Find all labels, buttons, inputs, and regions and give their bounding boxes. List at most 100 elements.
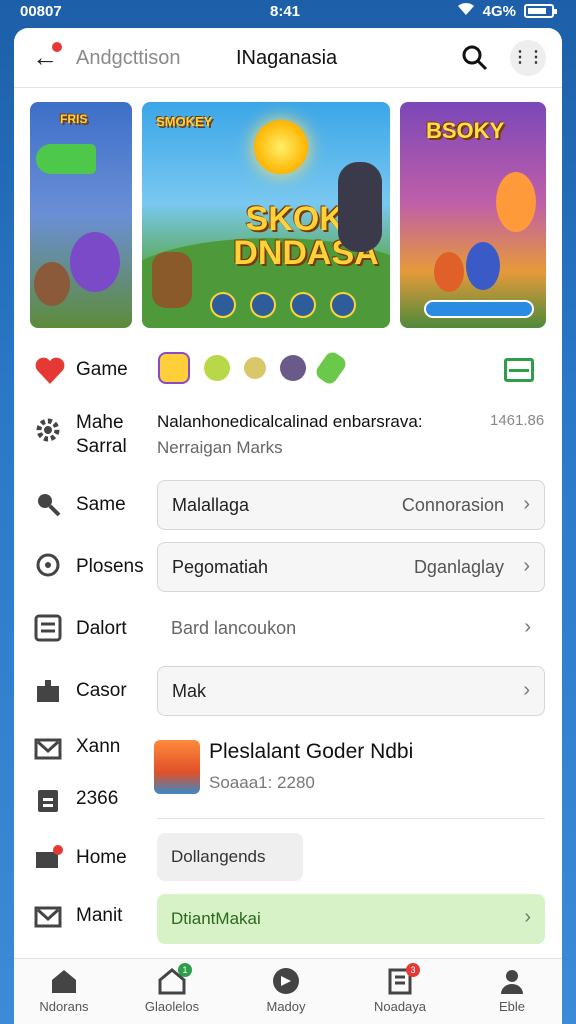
row-label-dalort: Dalort: [76, 618, 127, 639]
tab-games[interactable]: 1 Glaolelos: [122, 963, 222, 1023]
divider: [157, 818, 545, 819]
info-subtitle: Nerraigan Marks: [157, 438, 283, 457]
row-label-number: 2366: [76, 788, 119, 809]
mail-icon[interactable]: [504, 358, 534, 382]
banner-featured-subtitle: SMOKEY: [156, 114, 213, 129]
profile-name[interactable]: Pleslalant Goder Ndbi: [209, 740, 413, 764]
row-label-xann: Xann: [76, 736, 121, 757]
row-label-info: Mahe Sarral: [76, 412, 127, 457]
row-label-manit: Manit: [76, 905, 123, 926]
page-title: INaganasia: [236, 47, 338, 69]
clipboard-icon: [34, 786, 62, 814]
banner-featured[interactable]: SMOKEY SKOKY DNDASA: [142, 102, 390, 328]
same-value: Malallaga: [172, 495, 250, 515]
profile-subtitle: Soaaa1: 2280: [209, 773, 315, 792]
tab-label: Glaolelos: [144, 999, 200, 1014]
notification-dot: [52, 42, 62, 52]
status-left: 00807: [20, 3, 62, 20]
gear-icon: [34, 416, 62, 444]
wolf-character: [338, 162, 382, 252]
game-icon-robot[interactable]: [280, 355, 306, 381]
avatar[interactable]: [154, 740, 200, 794]
banner-right[interactable]: BSOKY: [400, 102, 546, 328]
location-icon: [34, 552, 62, 580]
chevron-right-icon: ›: [523, 493, 530, 515]
wifi-icon: [457, 2, 475, 20]
banner-right-title: BSOKY: [426, 118, 505, 143]
row-label-game: Game: [76, 359, 128, 380]
info-title: Nalanhonedicalcalinad enbarsrava:: [157, 412, 423, 431]
battery-icon: [524, 4, 557, 18]
bottom-tab-bar: Ndorans 1 Glaolelos Madoy 3 Noadaya Eble: [14, 958, 562, 1024]
dalort-select[interactable]: Bard lancoukon ›: [157, 604, 545, 654]
status-bar: 00807 8:41 4G%: [0, 0, 576, 26]
rocket-character: [36, 144, 96, 174]
same-right: Connorasion: [401, 495, 504, 515]
game-icon-bottle[interactable]: [313, 349, 349, 387]
plosens-select[interactable]: Pegomatiah Dganlaglay ›: [157, 542, 545, 592]
chevron-right-icon: ›: [523, 555, 530, 577]
top-app-bar: ← Andgcttison INaganasia ⋮⋮: [14, 28, 562, 88]
manit-action-button[interactable]: DtiantMakai ›: [157, 894, 545, 944]
tab-label: Madoy: [266, 999, 306, 1014]
tab-label: Noadaya: [373, 999, 427, 1014]
row-label-casor: Casor: [76, 680, 127, 701]
more-options-button[interactable]: ⋮⋮: [510, 40, 546, 76]
status-time: 8:41: [270, 3, 301, 20]
magnifier-icon: [34, 490, 62, 518]
tab-news[interactable]: 3 Noadaya: [350, 963, 450, 1023]
tab-center[interactable]: Madoy: [236, 965, 336, 1023]
casor-select[interactable]: Mak ›: [157, 666, 545, 716]
tab-profile[interactable]: Eble: [462, 965, 562, 1023]
progress-bar: [424, 300, 534, 318]
sun-icon: [254, 120, 308, 174]
tab-label: Ndorans: [39, 999, 89, 1014]
home-chip-label: Dollangends: [171, 847, 266, 866]
purple-character: [70, 232, 120, 292]
banner-carousel[interactable]: FRIS SMOKEY SKOKY DNDASA BSOKY: [30, 102, 546, 330]
back-button[interactable]: ←: [32, 42, 62, 72]
chevron-right-icon: ›: [523, 679, 530, 701]
signal-text: 4G%: [482, 2, 516, 20]
gift-icon: [34, 676, 62, 704]
banner-action-row: [210, 292, 356, 318]
person-icon: [498, 967, 526, 995]
store-icon: 1: [158, 963, 192, 995]
fox-character: [496, 172, 536, 232]
same-select[interactable]: Malallaga Connorasion ›: [157, 480, 545, 530]
document-icon: 3: [386, 963, 420, 995]
breadcrumb[interactable]: Andgcttison: [76, 47, 181, 70]
list-icon: [34, 614, 62, 642]
check-mail-icon: [34, 734, 62, 762]
kid-character: [34, 262, 70, 306]
chevron-right-icon: ›: [524, 616, 531, 638]
row-label-plosens: Plosens: [76, 556, 144, 577]
plosens-value: Pegomatiah: [172, 557, 269, 577]
heart-icon: [34, 356, 65, 384]
bear-character: [152, 252, 192, 308]
badge: 1: [178, 963, 192, 977]
row-label-home: Home: [76, 847, 127, 868]
play-circle-icon: [272, 967, 300, 995]
tab-home[interactable]: Ndorans: [14, 965, 114, 1023]
app-window: ← Andgcttison INaganasia ⋮⋮ FRIS SMOKEY …: [14, 28, 562, 1024]
game-icon-row: [158, 349, 349, 387]
home-chip[interactable]: Dollangends: [157, 833, 303, 881]
search-button[interactable]: [460, 43, 490, 73]
tab-label: Eble: [498, 999, 526, 1014]
grid-dots-icon: ⋮⋮: [512, 49, 544, 66]
info-number: 1461.86: [490, 412, 545, 429]
envelope-icon: [34, 902, 62, 930]
small-character: [434, 252, 464, 292]
casor-value: Mak: [172, 681, 207, 701]
banner-left[interactable]: FRIS: [30, 102, 132, 328]
game-icon-bug[interactable]: [244, 357, 266, 379]
blue-character: [466, 242, 500, 290]
game-icon-star[interactable]: [158, 352, 190, 384]
game-icon-bee[interactable]: [204, 355, 230, 381]
mail-badge-icon: [34, 844, 63, 872]
row-label-same: Same: [76, 494, 126, 515]
chevron-right-icon: ›: [524, 906, 531, 928]
banner-left-title: FRIS: [60, 112, 88, 126]
plosens-right: Dganlaglay: [413, 557, 504, 577]
